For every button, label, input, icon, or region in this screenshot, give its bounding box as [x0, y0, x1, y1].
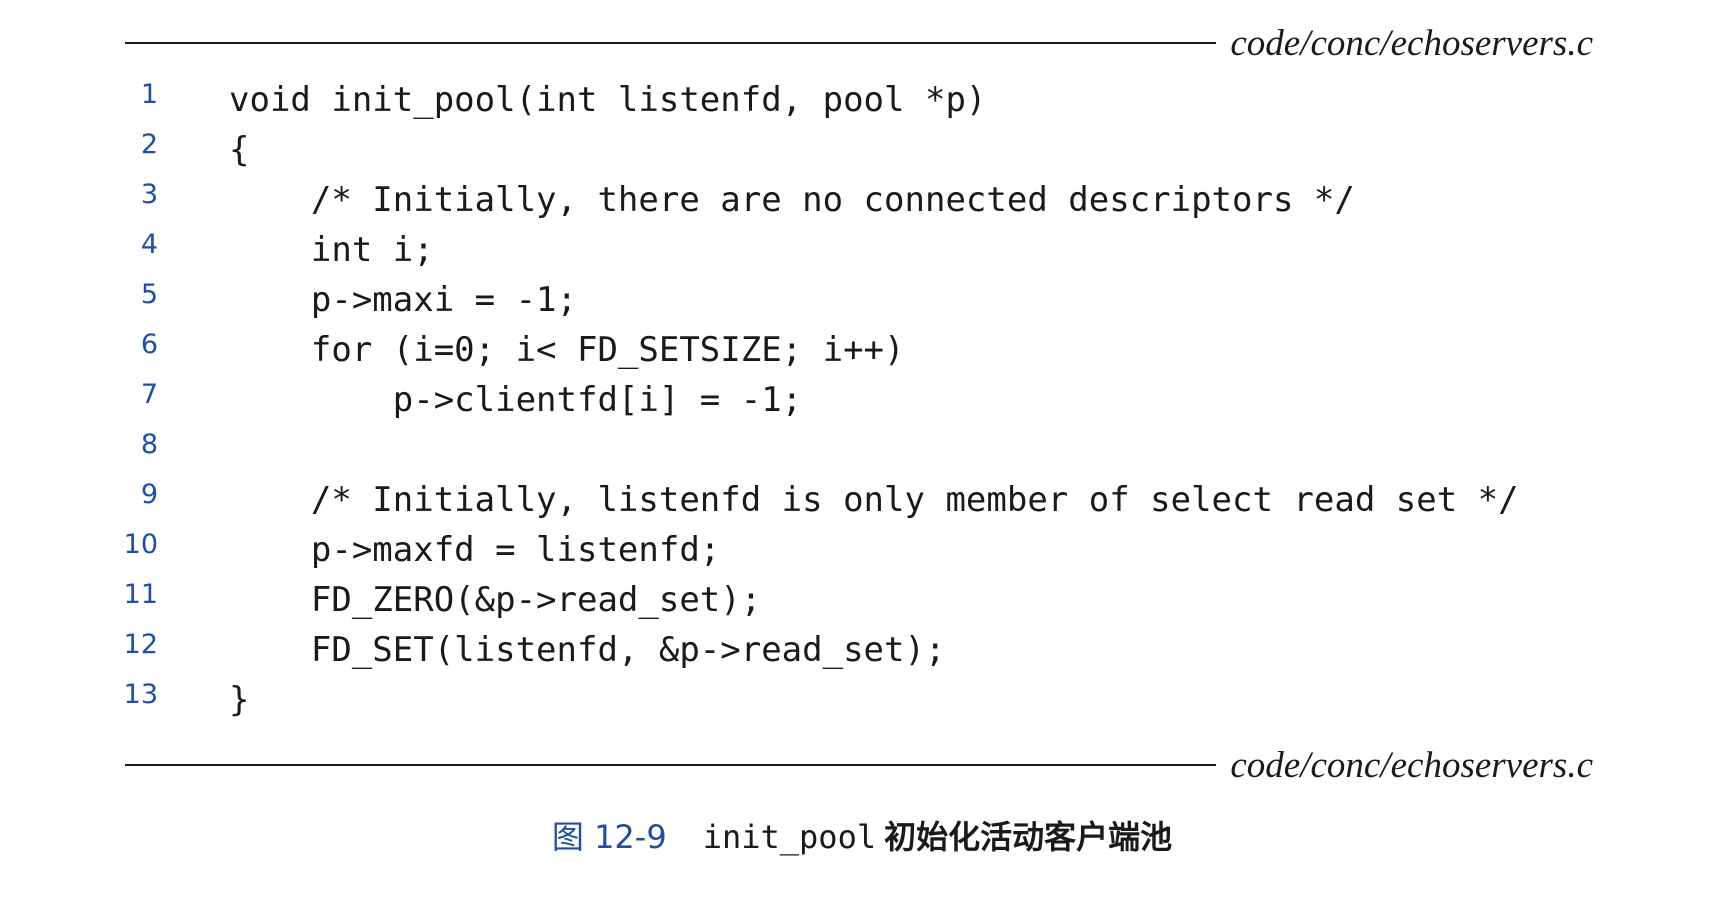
- code-line: 5 p->maxi = -1;: [0, 275, 1724, 325]
- line-number: 7: [140, 379, 158, 410]
- top-rule-row: code/conc/echoservers.c: [125, 18, 1593, 68]
- code-line: 9 /* Initially, listenfd is only member …: [0, 475, 1724, 525]
- figure-caption: 图 12-9 init_pool 初始化活动客户端池: [0, 812, 1724, 858]
- code-line: 6 for (i=0; i< FD_SETSIZE; i++): [0, 325, 1724, 375]
- footer-filename: code/conc/echoservers.c: [1230, 744, 1593, 786]
- code-line: 4 int i;: [0, 225, 1724, 275]
- code-line: 8: [0, 425, 1724, 475]
- line-code: /* Initially, listenfd is only member of…: [229, 480, 1519, 520]
- code-line: 7 p->clientfd[i] = -1;: [0, 375, 1724, 425]
- bottom-rule-row: code/conc/echoservers.c: [125, 740, 1593, 790]
- line-code: {: [229, 130, 250, 170]
- code-line: 1 void init_pool(int listenfd, pool *p): [0, 75, 1724, 125]
- code-line: 12 FD_SET(listenfd, &p->read_set);: [0, 625, 1724, 675]
- code-line: 13 }: [0, 675, 1724, 725]
- line-number: 9: [140, 479, 158, 510]
- line-number: 8: [140, 429, 158, 460]
- line-code: FD_ZERO(&p->read_set);: [229, 580, 762, 620]
- line-code: for (i=0; i< FD_SETSIZE; i++): [229, 330, 905, 370]
- code-listing: 1 void init_pool(int listenfd, pool *p) …: [0, 75, 1724, 725]
- line-code: FD_SET(listenfd, &p->read_set);: [229, 630, 946, 670]
- top-divider: [125, 42, 1217, 44]
- line-code: int i;: [229, 230, 434, 270]
- line-number: 1: [140, 79, 158, 110]
- line-number: 3: [140, 179, 158, 210]
- line-number: 4: [140, 229, 158, 260]
- line-code: void init_pool(int listenfd, pool *p): [229, 80, 987, 120]
- code-line: 3 /* Initially, there are no connected d…: [0, 175, 1724, 225]
- line-number: 10: [123, 529, 158, 560]
- line-number: 11: [123, 579, 158, 610]
- header-filename: code/conc/echoservers.c: [1230, 22, 1593, 64]
- code-line: 2 {: [0, 125, 1724, 175]
- code-line: 10 p->maxfd = listenfd;: [0, 525, 1724, 575]
- line-code: p->maxi = -1;: [229, 280, 577, 320]
- line-code: p->maxfd = listenfd;: [229, 530, 721, 570]
- line-code: /* Initially, there are no connected des…: [229, 180, 1355, 220]
- line-number: 5: [140, 279, 158, 310]
- line-code: p->clientfd[i] = -1;: [229, 380, 803, 420]
- line-number: 2: [140, 129, 158, 160]
- line-code: }: [229, 680, 250, 720]
- figure-number: 图 12-9: [551, 818, 667, 856]
- code-line: 11 FD_ZERO(&p->read_set);: [0, 575, 1724, 625]
- line-number: 13: [123, 679, 158, 710]
- bottom-divider: [125, 764, 1217, 766]
- line-number: 12: [123, 629, 158, 660]
- figure-description: 初始化活动客户端池: [884, 818, 1173, 856]
- figure-function-name: init_pool: [702, 818, 877, 856]
- line-number: 6: [140, 329, 158, 360]
